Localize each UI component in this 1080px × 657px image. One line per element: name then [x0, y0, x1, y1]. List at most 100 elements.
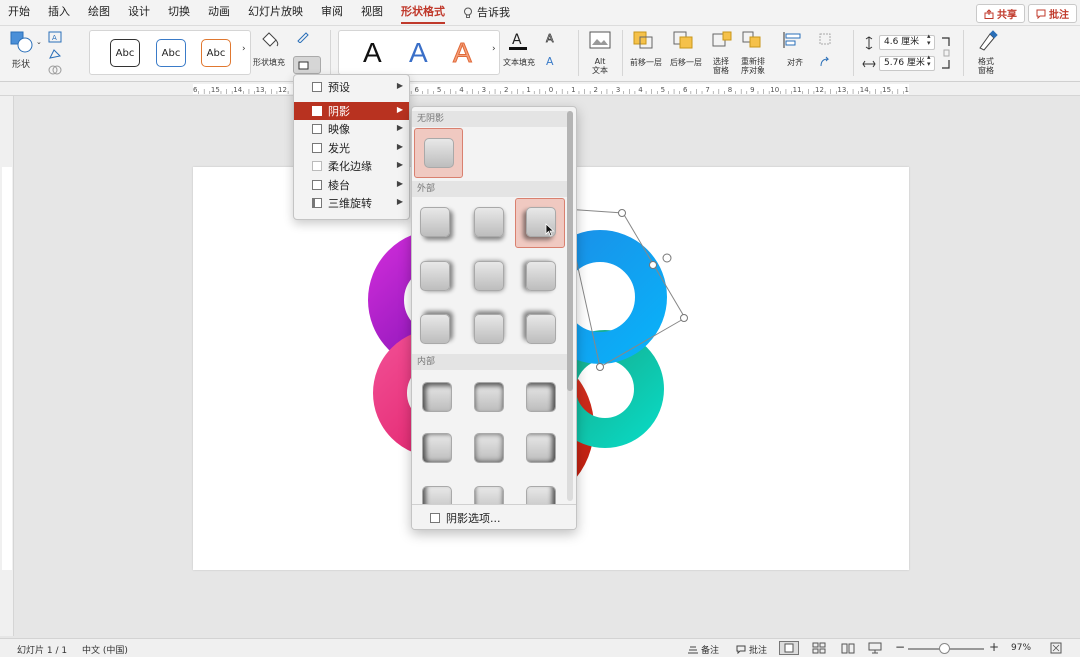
shadow-option-inner[interactable] [474, 382, 504, 412]
bring-forward-icon[interactable] [632, 30, 654, 50]
tab-slideshow[interactable]: 幻灯片放映 [248, 0, 303, 26]
status-comments-button[interactable]: 批注 [736, 643, 767, 656]
wordart-blue-sample[interactable]: A [409, 37, 428, 69]
ruler-number: 11 [793, 86, 802, 94]
gallery-more-icon[interactable]: › [492, 44, 496, 54]
rotate-icon[interactable] [818, 56, 832, 70]
tab-design[interactable]: 设计 [128, 0, 150, 26]
insert-shape-icon[interactable] [9, 30, 35, 54]
menu-item-bevel[interactable]: 棱台 ▶ [294, 176, 409, 195]
chevron-down-icon[interactable]: ⌄ [36, 38, 42, 46]
menu-item-preset[interactable]: 预设 ▶ [294, 78, 409, 97]
shadow-option-outer[interactable] [420, 314, 450, 344]
tab-transitions[interactable]: 切换 [168, 0, 190, 26]
shape-effects-button[interactable] [293, 56, 321, 74]
shadow-option-outer[interactable] [474, 314, 504, 344]
vertical-ruler [0, 96, 14, 636]
width-stepper[interactable]: ▴ ▾ [927, 54, 931, 68]
fit-to-window-icon[interactable] [1050, 642, 1062, 654]
reorder-objects-icon[interactable] [741, 30, 767, 50]
shadow-option-inner[interactable] [422, 382, 452, 412]
submenu-arrow-icon: ▶ [396, 197, 403, 206]
ruler-number: 9 [750, 86, 754, 94]
share-button[interactable]: 共享 [976, 4, 1025, 23]
shadow-option-inner[interactable] [422, 433, 452, 463]
notes-button[interactable]: 备注 [688, 643, 719, 656]
zoom-out-button[interactable]: − [895, 640, 905, 654]
ruler-number: 14 [233, 86, 242, 94]
submenu-arrow-icon: ▶ [396, 160, 403, 169]
tab-review[interactable]: 审阅 [321, 0, 343, 26]
shadow-option-outer[interactable] [420, 261, 450, 291]
shadow-option-inner[interactable] [526, 433, 556, 463]
shadow-option-none[interactable] [424, 138, 454, 168]
text-box-icon[interactable]: A [48, 31, 62, 43]
zoom-slider-thumb[interactable] [939, 643, 950, 654]
text-effects-icon[interactable]: A [544, 54, 558, 68]
paint-bucket-icon[interactable] [259, 29, 281, 51]
shape-style-gallery[interactable]: Abc Abc Abc [89, 30, 251, 75]
shape-style-sample[interactable]: Abc [110, 39, 140, 67]
menu-item-glow[interactable]: 发光 ▶ [294, 139, 409, 158]
ruler-number: 15 [882, 86, 891, 94]
outer-shadow-header: 外部 [412, 181, 570, 197]
merge-shapes-icon[interactable] [48, 64, 62, 76]
shape-style-sample[interactable]: Abc [201, 39, 231, 67]
send-backward-icon[interactable] [672, 30, 694, 50]
edit-shape-icon[interactable] [48, 48, 62, 60]
shadow-option-inner[interactable] [526, 382, 556, 412]
tell-me-search[interactable]: 告诉我 [463, 0, 510, 26]
ruler-number: 0 [549, 86, 553, 94]
comments-button[interactable]: 批注 [1028, 4, 1077, 23]
zoom-level[interactable]: 97% [1011, 643, 1031, 653]
menu-item-shadow[interactable]: 阴影 ▶ [294, 101, 409, 120]
bevel-icon [312, 179, 322, 190]
shadow-option-inner[interactable] [474, 433, 504, 463]
language-indicator[interactable]: 中文 (中国) [82, 643, 128, 656]
alt-text-icon[interactable] [588, 30, 612, 50]
wordart-orange-sample[interactable]: A [453, 37, 473, 69]
selection-pane-icon[interactable] [711, 30, 733, 50]
shadow-option-outer[interactable] [474, 261, 504, 291]
menu-item-3d-rotation[interactable]: 三维旋转 ▶ [294, 194, 409, 213]
wordart-black-sample[interactable]: A [363, 37, 382, 69]
share-icon [984, 8, 994, 19]
tab-animations[interactable]: 动画 [208, 0, 230, 26]
ruler-number: 16 [905, 86, 909, 94]
shadow-option-outer[interactable] [420, 207, 450, 237]
align-icon[interactable] [781, 30, 805, 50]
submenu-scroll-thumb[interactable] [567, 111, 573, 391]
group-icon[interactable] [818, 32, 832, 46]
gallery-more-icon[interactable]: › [242, 44, 246, 54]
slideshow-icon[interactable] [868, 642, 882, 654]
shadow-option-outer[interactable] [526, 314, 556, 344]
text-fill-icon[interactable]: A [507, 29, 529, 51]
text-outline-icon[interactable]: A [544, 31, 558, 45]
tab-view[interactable]: 视图 [361, 0, 383, 26]
slide-sorter-icon[interactable] [812, 642, 826, 654]
lock-aspect-icon[interactable] [941, 36, 951, 70]
shape-style-sample[interactable]: Abc [156, 39, 186, 67]
format-pane-icon[interactable] [975, 29, 999, 53]
send-backward-label: 后移一层 [670, 58, 702, 67]
menu-item-reflection[interactable]: 映像 ▶ [294, 120, 409, 139]
height-stepper[interactable]: ▴ ▾ [927, 33, 931, 47]
tab-insert[interactable]: 插入 [48, 0, 70, 26]
shape-outline-icon[interactable] [296, 31, 310, 43]
svg-text:A: A [52, 34, 57, 42]
shadow-option-outer[interactable] [474, 207, 504, 237]
shadow-option-outer[interactable] [526, 261, 556, 291]
reading-view-icon[interactable] [841, 642, 855, 654]
notes-label: 备注 [701, 646, 720, 656]
shadow-options-item[interactable]: 阴影选项... [412, 504, 576, 529]
normal-view-icon[interactable] [779, 641, 799, 655]
tab-home[interactable]: 开始 [8, 0, 30, 26]
zoom-in-button[interactable]: + [989, 640, 999, 654]
menu-item-soft-edges[interactable]: 柔化边缘 ▶ [294, 157, 409, 176]
ruler-number: 6 [415, 86, 420, 94]
wordart-gallery[interactable]: A A A [338, 30, 500, 75]
tab-shape-format[interactable]: 形状格式 [401, 0, 445, 26]
tab-draw[interactable]: 绘图 [88, 0, 110, 26]
shape-effects-icon [298, 61, 309, 70]
tell-me-label: 告诉我 [477, 5, 510, 19]
